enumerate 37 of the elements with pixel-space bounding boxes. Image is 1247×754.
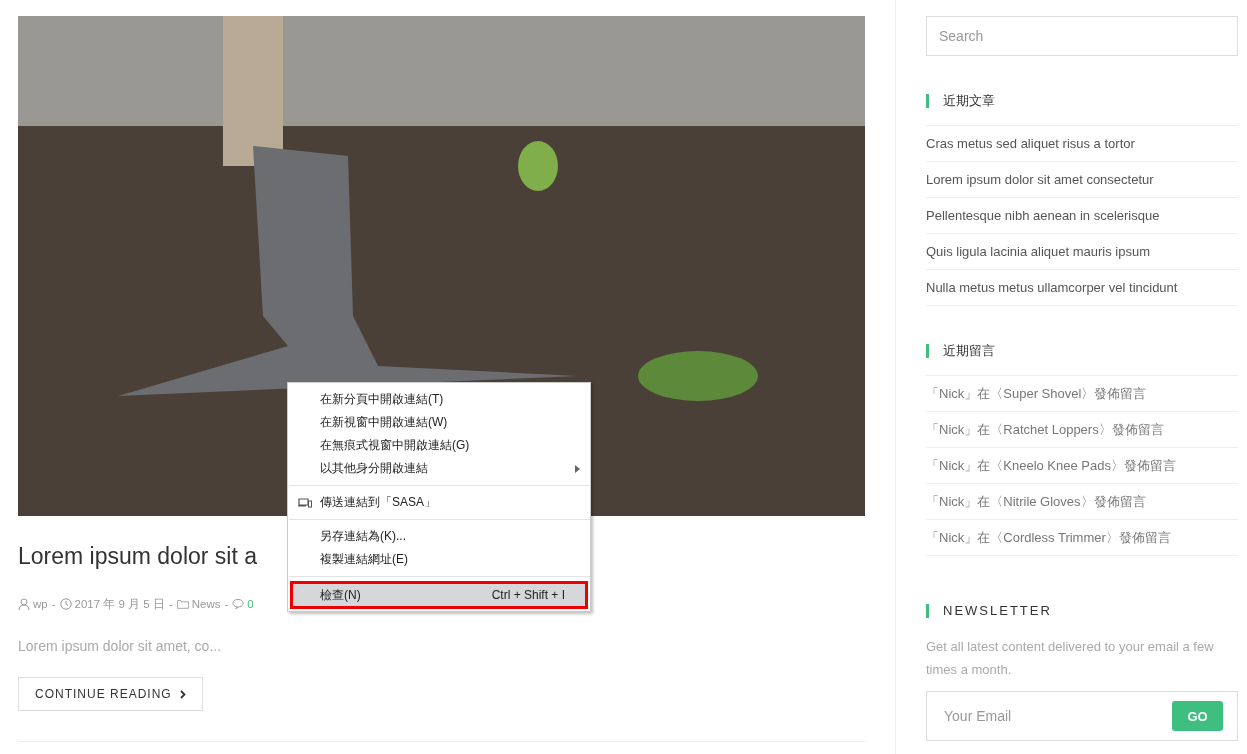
recent-comment-link[interactable]: 「Nick」在〈Super Shovel〉發佈留言: [926, 384, 1147, 403]
menu-item[interactable]: 在新視窗中開啟連結(W): [288, 411, 590, 434]
recent-post-link[interactable]: Pellentesque nibh aenean in scelerisque: [926, 208, 1160, 223]
newsletter-text: Get all latest content delivered to your email a few times a month.: [926, 638, 1215, 679]
menu-item[interactable]: 在新分頁中開啟連結(T): [288, 388, 590, 411]
post-excerpt: Lorem ipsum dolor sit amet, co...: [18, 638, 223, 654]
chevron-right-icon: [179, 689, 186, 699]
user-icon: [18, 598, 30, 610]
recent-post-link[interactable]: Cras metus sed aliquet risus a tortor: [926, 136, 1135, 151]
menu-item[interactable]: 另存連結為(K)...: [288, 525, 590, 548]
widget-title: NEWSLETTER: [926, 604, 1238, 618]
clock-icon: [59, 598, 72, 610]
search-field[interactable]: Search: [926, 16, 1238, 56]
recent-post-link[interactable]: Lorem ipsum dolor sit amet consectetur: [926, 172, 1154, 187]
meta-separator: -: [51, 598, 56, 610]
menu-item[interactable]: 檢查(N) Ctrl + Shift + I: [291, 582, 587, 608]
meta-separator: -: [168, 598, 173, 610]
menu-item[interactable]: 在無痕式視窗中開啟連結(G): [288, 434, 590, 457]
menu-item[interactable]: 複製連結網址(E): [288, 548, 590, 571]
continue-reading-button[interactable]: CONTINUE READING: [18, 677, 203, 711]
devices-icon: [298, 497, 312, 508]
widget-title: 近期留言: [926, 344, 1238, 358]
recent-comment-link[interactable]: 「Nick」在〈Nitrile Gloves〉發佈留言: [926, 492, 1146, 511]
speech-bubble-icon: [232, 598, 245, 610]
menu-item[interactable]: 傳送連結到「SASA」: [288, 491, 590, 514]
menu-item[interactable]: 以其他身分開啟連結: [288, 457, 590, 480]
recent-post-link[interactable]: Quis ligula lacinia aliquet mauris ipsum: [926, 244, 1150, 259]
submenu-arrow-icon: [575, 464, 580, 473]
post-title[interactable]: Lorem ipsum dolor sit a: [18, 543, 283, 570]
recent-comment-link[interactable]: 「Nick」在〈Cordless Trimmer〉發佈留言: [926, 528, 1171, 547]
meta-separator: -: [224, 598, 229, 610]
post-date: 2017 年 9 月 5 日: [74, 596, 165, 612]
recent-comment-link[interactable]: 「Nick」在〈Kneelo Knee Pads〉發佈留言: [926, 456, 1176, 475]
widget-title: 近期文章: [926, 94, 1238, 108]
folder-icon: [176, 598, 189, 610]
recent-post-link[interactable]: Nulla metus metus ullamcorper vel tincidunt: [926, 280, 1178, 295]
recent-comment-link[interactable]: 「Nick」在〈Ratchet Loppers〉發佈留言: [926, 420, 1164, 439]
